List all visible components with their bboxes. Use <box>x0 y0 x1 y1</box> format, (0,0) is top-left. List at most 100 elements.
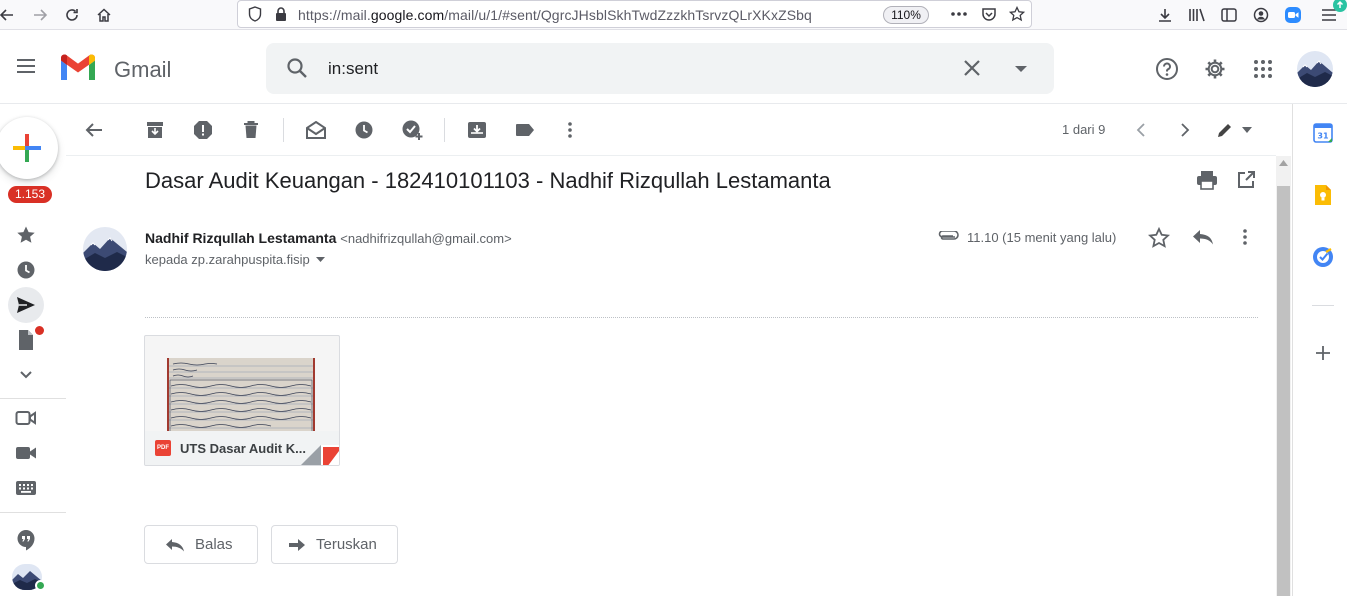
toolbar-divider <box>66 155 1276 156</box>
label-tag-icon[interactable] <box>514 119 536 141</box>
scroll-up-arrow-icon[interactable] <box>1279 160 1288 166</box>
bookmark-star-icon[interactable] <box>1006 3 1028 25</box>
forward-label: Teruskan <box>316 536 377 553</box>
shield-icon[interactable] <box>244 3 266 25</box>
attachment-paperclip-icon <box>937 231 959 243</box>
main-menu-icon[interactable] <box>14 56 38 76</box>
email-subject: Dasar Audit Keuangan - 182410101103 - Na… <box>145 168 831 193</box>
starred-icon[interactable] <box>14 223 38 247</box>
help-icon[interactable] <box>1155 57 1179 81</box>
zoom-level-badge[interactable]: 110% <box>883 6 929 24</box>
mark-unread-icon[interactable] <box>305 119 327 141</box>
browser-toolbar: https://mail.google.com/mail/u/1/#sent/Q… <box>0 0 1347 30</box>
online-status-dot <box>35 580 46 591</box>
sent-nav-item[interactable] <box>8 287 44 323</box>
zoom-extension-icon[interactable] <box>1282 4 1304 26</box>
sender-email: <nadhifrizqullah@gmail.com> <box>340 231 512 246</box>
move-to-icon[interactable] <box>466 119 488 141</box>
google-tasks-icon[interactable] <box>1312 246 1334 268</box>
sidebar-toggle-icon[interactable] <box>1218 4 1240 26</box>
sender-name[interactable]: Nadhif Rizqullah Lestamanta <box>145 230 336 246</box>
reply-arrow-icon <box>165 538 185 552</box>
update-available-icon[interactable] <box>1333 0 1347 12</box>
keyboard-icon[interactable] <box>14 476 38 500</box>
input-tools-dropdown-icon[interactable] <box>1236 119 1258 141</box>
search-icon[interactable] <box>286 57 308 79</box>
forward-arrow-icon <box>288 538 306 552</box>
search-input[interactable]: in:sent <box>328 59 378 79</box>
sender-info: Nadhif Rizqullah Lestamanta <nadhifrizqu… <box>145 230 512 246</box>
more-actions-icon[interactable] <box>948 3 970 25</box>
back-to-list-arrow-icon[interactable] <box>83 119 105 141</box>
sender-avatar[interactable] <box>83 227 127 271</box>
message-more-options-icon[interactable] <box>1243 229 1247 245</box>
message-divider <box>145 317 1258 318</box>
forward-button[interactable]: Teruskan <box>271 525 398 564</box>
print-icon[interactable] <box>1196 170 1218 190</box>
rail-divider <box>0 398 66 399</box>
older-chevron-right-icon[interactable] <box>1174 119 1196 141</box>
recipient-text: kepada zp.zarahpuspita.fisip <box>145 252 310 267</box>
lock-icon[interactable] <box>270 3 292 25</box>
snoozed-clock-icon[interactable] <box>14 258 38 282</box>
input-tools-pencil-icon[interactable] <box>1214 119 1236 141</box>
archive-icon[interactable] <box>144 119 166 141</box>
search-bar[interactable]: in:sent <box>266 43 1054 94</box>
delete-trash-icon[interactable] <box>240 119 262 141</box>
reply-arrow-icon[interactable] <box>1192 229 1214 245</box>
search-options-dropdown-icon[interactable] <box>1014 65 1028 73</box>
email-timestamp: 11.10 (15 menit yang lalu) <box>967 230 1117 245</box>
side-panel-divider <box>1312 305 1334 306</box>
newer-chevron-left-icon[interactable] <box>1130 119 1152 141</box>
url-text[interactable]: https://mail.google.com/mail/u/1/#sent/Q… <box>298 7 812 23</box>
recipient-details-dropdown-icon[interactable] <box>315 257 325 262</box>
star-outline-icon[interactable] <box>1148 227 1170 249</box>
snooze-clock-icon[interactable] <box>353 119 375 141</box>
attachment-preview-thumbnail <box>167 358 315 432</box>
reply-label: Balas <box>195 536 233 553</box>
back-arrow-icon[interactable] <box>0 4 18 26</box>
hangouts-chat-icon[interactable] <box>14 528 38 552</box>
reload-icon[interactable] <box>61 4 83 26</box>
open-in-new-window-icon[interactable] <box>1237 171 1255 189</box>
inbox-unread-count-badge: 1.153 <box>8 186 52 203</box>
library-icon[interactable] <box>1186 4 1208 26</box>
scrollbar-thumb[interactable] <box>1277 186 1290 596</box>
download-icon[interactable] <box>1154 4 1176 26</box>
toolbar-separator <box>444 118 445 142</box>
meet-join-meeting-icon[interactable] <box>14 441 38 465</box>
google-calendar-icon[interactable]: 31 <box>1312 122 1334 144</box>
more-options-vertical-icon[interactable] <box>559 119 581 141</box>
pdf-file-icon: PDF <box>155 440 171 456</box>
attachment-filename: UTS Dasar Audit K... <box>180 441 306 456</box>
clear-search-icon[interactable] <box>963 59 981 77</box>
google-apps-grid-icon[interactable] <box>1253 59 1273 79</box>
rail-divider <box>0 512 66 513</box>
account-icon[interactable] <box>1250 4 1272 26</box>
send-icon <box>16 295 36 315</box>
get-addons-plus-icon[interactable] <box>1312 342 1334 364</box>
pagination-counter: 1 dari 9 <box>1062 122 1106 137</box>
google-keep-icon[interactable] <box>1312 184 1334 206</box>
recipient-line[interactable]: kepada zp.zarahpuspita.fisip <box>145 252 325 267</box>
gmail-wordmark[interactable]: Gmail <box>114 57 171 83</box>
add-to-tasks-icon[interactable] <box>401 119 423 141</box>
gmail-logo-icon[interactable] <box>58 53 98 83</box>
home-icon[interactable] <box>93 4 115 26</box>
url-bar[interactable]: https://mail.google.com/mail/u/1/#sent/Q… <box>237 0 1032 28</box>
settings-gear-icon[interactable] <box>1203 57 1227 81</box>
drafts-notification-dot <box>35 326 44 335</box>
reply-button[interactable]: Balas <box>144 525 258 564</box>
forward-arrow-icon[interactable] <box>29 4 51 26</box>
report-spam-icon[interactable] <box>192 119 214 141</box>
gmail-header: Gmail in:sent <box>0 31 1347 104</box>
compose-button[interactable] <box>0 117 58 179</box>
attachment-card[interactable]: PDF UTS Dasar Audit K... <box>144 335 340 466</box>
pocket-icon[interactable] <box>978 3 1000 25</box>
attachment-corner-fold-icon <box>299 445 339 465</box>
meet-new-meeting-icon[interactable] <box>14 406 38 430</box>
more-chevron-down-icon[interactable] <box>14 363 38 387</box>
account-avatar[interactable] <box>1297 51 1333 87</box>
svg-text:31: 31 <box>1317 132 1329 141</box>
toolbar-separator <box>283 118 284 142</box>
